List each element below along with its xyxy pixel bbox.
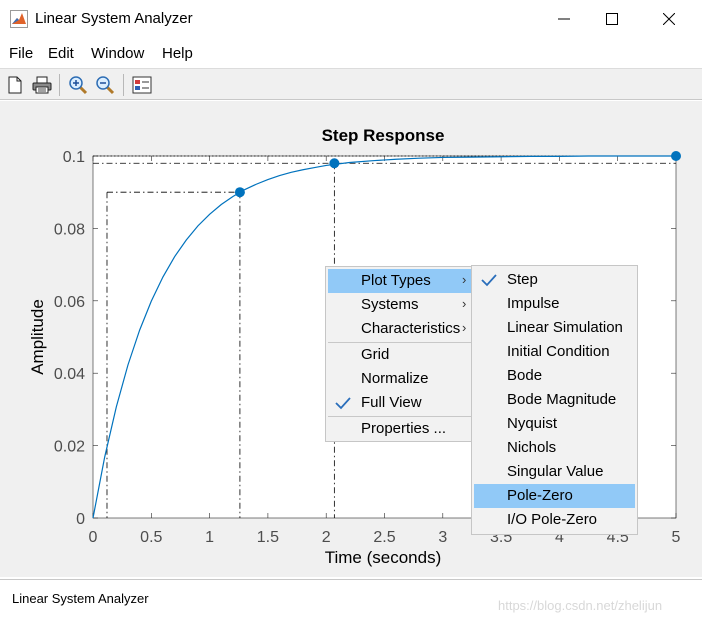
menu-item-label: Singular Value	[507, 463, 604, 480]
menu-item-systems[interactable]: Systems ›	[328, 293, 471, 317]
close-button[interactable]	[646, 0, 692, 38]
plot-types-submenu: Step Impulse Linear Simulation Initial C…	[471, 265, 638, 535]
characteristic-point[interactable]	[671, 151, 681, 161]
chevron-right-icon: ›	[462, 320, 467, 335]
zoom-out-icon	[96, 76, 115, 95]
x-tick-label: 2.5	[373, 529, 395, 546]
characteristic-point[interactable]	[234, 187, 245, 198]
menu-item-label: Linear Simulation	[507, 319, 623, 336]
menu-file[interactable]: File	[9, 45, 33, 62]
minimize-button[interactable]	[541, 0, 587, 38]
plot-type-initial-condition[interactable]: Initial Condition	[474, 340, 635, 364]
maximize-icon	[606, 13, 618, 25]
menu-item-label: Pole-Zero	[507, 487, 573, 504]
plot-type-nyquist[interactable]: Nyquist	[474, 412, 635, 436]
print-button[interactable]	[31, 74, 53, 96]
x-tick-label: 2	[322, 529, 331, 546]
menu-item-label: Impulse	[507, 295, 560, 312]
plot-configurations-icon	[132, 76, 152, 94]
plot-type-singular-value[interactable]: Singular Value	[474, 460, 635, 484]
plot-type-linear-simulation[interactable]: Linear Simulation	[474, 316, 635, 340]
new-document-icon	[8, 76, 22, 94]
menu-item-label: Plot Types	[361, 272, 431, 289]
x-tick-label: 1.5	[257, 529, 279, 546]
zoom-in-icon	[69, 76, 88, 95]
watermark-text: https://blog.csdn.net/zhelijun	[498, 598, 663, 613]
checkmark-icon	[481, 274, 497, 287]
plot-type-impulse[interactable]: Impulse	[474, 292, 635, 316]
x-tick-label: 1	[205, 529, 214, 546]
y-tick-label: 0.02	[54, 439, 85, 456]
y-tick-label: 0.1	[63, 149, 85, 166]
toolbar	[0, 68, 702, 100]
y-tick-label: 0.08	[54, 221, 85, 238]
menu-item-label: Nichols	[507, 439, 557, 456]
matlab-app-icon	[10, 10, 28, 28]
print-icon	[32, 76, 52, 94]
menu-item-plot-types[interactable]: Plot Types ›	[328, 269, 471, 293]
x-tick-label: 3	[438, 529, 447, 546]
menu-item-properties[interactable]: Properties ...	[328, 417, 471, 441]
plot-configurations-button[interactable]	[131, 74, 153, 96]
y-tick-label: 0	[76, 511, 85, 528]
menu-item-label: Nyquist	[507, 415, 558, 432]
menu-item-label: Bode Magnitude	[507, 391, 617, 408]
menu-edit[interactable]: Edit	[48, 45, 74, 62]
menu-item-label: Grid	[361, 346, 390, 363]
minimize-icon	[558, 18, 570, 20]
menu-item-label: Normalize	[361, 370, 429, 387]
menu-item-label: Full View	[361, 394, 422, 411]
y-tick-label: 0.06	[54, 294, 85, 311]
plot-type-step[interactable]: Step	[474, 268, 635, 292]
plot-type-bode[interactable]: Bode	[474, 364, 635, 388]
menu-item-full-view[interactable]: Full View	[328, 391, 471, 415]
x-axis-label: Time (seconds)	[325, 548, 442, 567]
maximize-button[interactable]	[589, 0, 635, 38]
menu-item-label: Bode	[507, 367, 543, 384]
menu-window[interactable]: Window	[91, 45, 144, 62]
x-tick-label: 0.5	[140, 529, 162, 546]
menu-help[interactable]: Help	[162, 45, 193, 62]
title-bar: Linear System Analyzer	[0, 0, 702, 38]
y-axis-label: Amplitude	[28, 299, 47, 375]
menu-item-label: Properties ...	[361, 420, 447, 437]
menu-item-label: Initial Condition	[507, 343, 610, 360]
chevron-right-icon: ›	[462, 296, 467, 311]
status-text: Linear System Analyzer	[12, 591, 149, 606]
plot-type-io-pole-zero[interactable]: I/O Pole-Zero	[474, 508, 635, 532]
x-tick-label: 5	[672, 529, 681, 546]
chart-title: Step Response	[322, 126, 445, 145]
checkmark-icon	[335, 397, 351, 410]
menu-item-normalize[interactable]: Normalize	[328, 367, 471, 391]
menu-item-label: I/O Pole-Zero	[507, 511, 598, 528]
plot-type-pole-zero[interactable]: Pole-Zero	[474, 484, 635, 508]
menu-item-label: Step	[507, 271, 538, 288]
menu-bar: File Edit Window Help	[0, 40, 702, 66]
chevron-right-icon: ›	[462, 272, 467, 287]
x-tick-label: 0	[89, 529, 98, 546]
menu-item-label: Systems	[361, 296, 419, 313]
new-document-button[interactable]	[4, 74, 26, 96]
close-icon	[663, 13, 675, 25]
plot-type-nichols[interactable]: Nichols	[474, 436, 635, 460]
toolbar-separator	[123, 74, 124, 96]
menu-item-characteristics[interactable]: Characteristics ›	[328, 317, 471, 341]
toolbar-separator	[59, 74, 60, 96]
window-title: Linear System Analyzer	[35, 10, 193, 27]
zoom-in-button[interactable]	[67, 74, 89, 96]
characteristic-point[interactable]	[329, 158, 340, 169]
context-menu: Plot Types › Systems › Characteristics ›…	[325, 266, 474, 442]
menu-item-label: Characteristics	[361, 320, 461, 337]
menu-item-grid[interactable]: Grid	[328, 343, 471, 367]
y-tick-label: 0.04	[54, 366, 85, 383]
zoom-out-button[interactable]	[94, 74, 116, 96]
plot-type-bode-magnitude[interactable]: Bode Magnitude	[474, 388, 635, 412]
